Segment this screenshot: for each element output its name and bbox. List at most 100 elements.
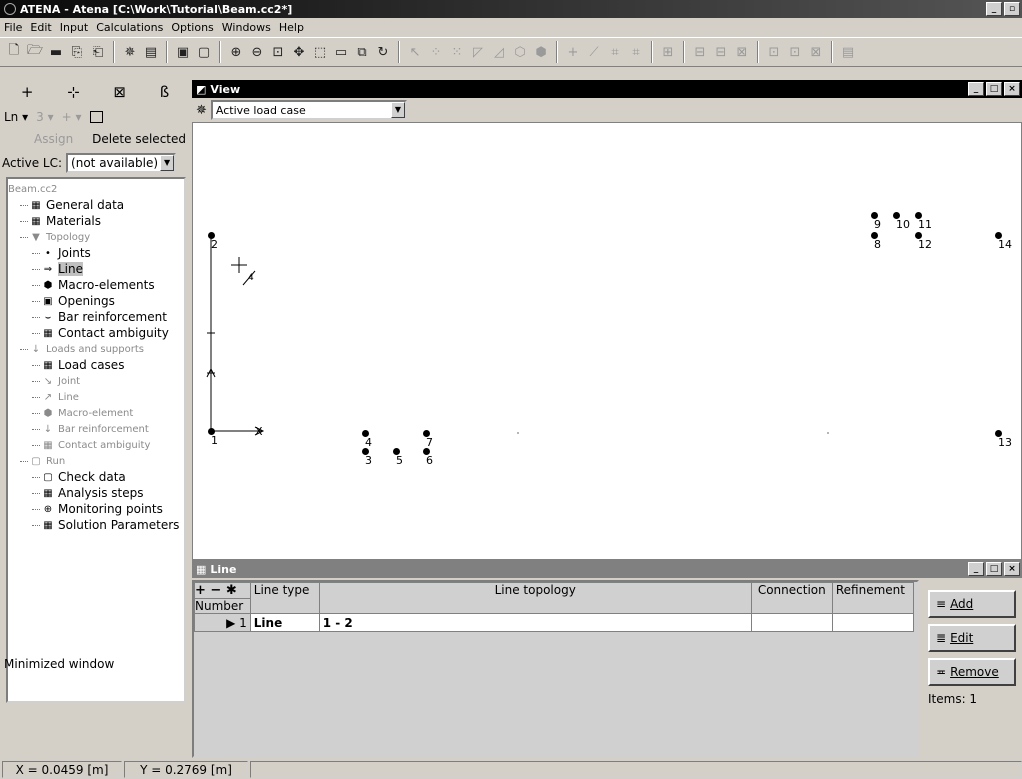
delete-selected-button[interactable]: Delete selected xyxy=(92,132,186,146)
edit-button[interactable]: ≣ Edit xyxy=(928,624,1016,652)
pan-icon[interactable]: ✥ xyxy=(289,42,309,62)
drawing-canvas[interactable]: X 4 1 2 3 4 5 6 7 8 9 10 11 12 13 14 xyxy=(192,122,1022,560)
tree-item[interactable]: ⊕ Monitoring points xyxy=(8,501,184,517)
col-line-topology[interactable]: Line topology xyxy=(318,582,752,614)
menu-input[interactable]: Input xyxy=(60,21,88,34)
row-connection[interactable] xyxy=(750,613,833,632)
grid2-icon[interactable]: ⌗ xyxy=(626,42,646,62)
tree-item[interactable]: ↘ Joint xyxy=(8,373,184,389)
tree-item[interactable]: ▦ Materials xyxy=(8,213,184,229)
tree-item[interactable]: ▼ Topology xyxy=(8,229,184,245)
add-remove-icons[interactable]: + − ✱ xyxy=(195,583,250,599)
print-icon[interactable]: ▤ xyxy=(141,42,161,62)
active-lc-select[interactable]: (not available) ▼ xyxy=(66,153,177,173)
add-joint-icon[interactable]: + xyxy=(563,42,583,62)
redraw-icon[interactable]: ↻ xyxy=(373,42,393,62)
tree-item[interactable]: ⬢ Macro-elements xyxy=(8,277,184,293)
tree-item[interactable]: ↓ Loads and supports xyxy=(8,341,184,357)
assign-button[interactable]: Assign xyxy=(4,132,73,146)
copy-icon[interactable]: ⎘ xyxy=(67,42,87,62)
number-dropdown[interactable]: 3 ▾ xyxy=(36,110,53,124)
select-icon[interactable]: ↖ xyxy=(405,42,425,62)
tool-c-icon[interactable]: ⊠ xyxy=(732,42,752,62)
add-line-icon[interactable]: ⟋ xyxy=(584,42,604,62)
zoom-fit-icon[interactable]: ▭ xyxy=(331,42,351,62)
col-connection[interactable]: Connection xyxy=(750,582,833,614)
row-refinement[interactable] xyxy=(831,613,915,632)
square-icon[interactable] xyxy=(89,111,103,123)
tree-item[interactable]: ⬢ Macro-element xyxy=(8,405,184,421)
save-icon[interactable]: ▬ xyxy=(46,42,66,62)
loadcase-icon[interactable]: ✵ xyxy=(196,103,207,118)
zoom-all-icon[interactable]: ⬚ xyxy=(310,42,330,62)
tree-item[interactable]: • Joints xyxy=(8,245,184,261)
zoom-in-icon[interactable]: ⊕ xyxy=(226,42,246,62)
load-case-select[interactable]: Active load case ▼ xyxy=(210,100,407,120)
tree-item[interactable]: ▢ Run xyxy=(8,453,184,469)
tree-item[interactable]: ↗ Line xyxy=(8,389,184,405)
tree-item[interactable]: ⌣ Bar reinforcement xyxy=(8,309,184,325)
tool-g-icon[interactable]: ▤ xyxy=(838,42,858,62)
view-minimize-button[interactable]: _ xyxy=(968,82,984,96)
window-icon[interactable]: ▢ xyxy=(194,42,214,62)
tree-item[interactable]: ⇒ Line xyxy=(8,261,184,277)
menu-edit[interactable]: Edit xyxy=(30,21,51,34)
tree-item[interactable]: ▦ Load cases xyxy=(8,357,184,373)
restore-button[interactable]: ▫ xyxy=(1004,2,1020,16)
row-topology[interactable]: 1 - 2 xyxy=(318,613,752,632)
menu-calculations[interactable]: Calculations xyxy=(96,21,163,34)
tree-item[interactable]: ▣ Openings xyxy=(8,293,184,309)
tool-e-icon[interactable]: ⊡ xyxy=(785,42,805,62)
grid-icon[interactable]: ⌗ xyxy=(605,42,625,62)
ln-dropdown[interactable]: Ln ▾ xyxy=(4,110,28,124)
tree-item[interactable]: ▦ General data xyxy=(8,197,184,213)
tool-f-icon[interactable]: ⊠ xyxy=(806,42,826,62)
open-folder-icon[interactable]: 🗁 xyxy=(25,42,45,62)
tool-a-icon[interactable]: ⊟ xyxy=(690,42,710,62)
add-icon[interactable]: + xyxy=(21,83,34,103)
paste-icon[interactable]: ⎗ xyxy=(88,42,108,62)
minimize-button[interactable]: _ xyxy=(986,2,1002,16)
line-maximize-button[interactable]: □ xyxy=(986,562,1002,576)
new-file-icon[interactable]: 🗋 xyxy=(4,42,24,62)
tree-item[interactable]: ▦ Contact ambiguity xyxy=(8,437,184,453)
table-row[interactable]: ▶ 1 Line 1 - 2 xyxy=(194,613,915,632)
zoom-prev-icon[interactable]: ⧉ xyxy=(352,42,372,62)
line-minimize-button[interactable]: _ xyxy=(968,562,984,576)
select-joints-icon[interactable]: ⁘ xyxy=(426,42,446,62)
tree-item[interactable]: Beam.cc2 xyxy=(8,181,184,197)
select-bar-icon[interactable]: ◿ xyxy=(489,42,509,62)
expand-icon[interactable]: ⊹ xyxy=(67,83,80,103)
tree-item[interactable]: ▦ Solution Parameters xyxy=(8,517,184,533)
zoom-out-icon[interactable]: ⊖ xyxy=(247,42,267,62)
mesh-icon[interactable]: ✵ xyxy=(120,42,140,62)
col-line-type[interactable]: Line type xyxy=(249,582,320,614)
menu-options[interactable]: Options xyxy=(171,21,213,34)
zoom-window-icon[interactable]: ⊡ xyxy=(268,42,288,62)
line-close-button[interactable]: × xyxy=(1004,562,1020,576)
select-macro-icon[interactable]: ⬡ xyxy=(510,42,530,62)
col-refinement[interactable]: Refinement xyxy=(831,582,915,614)
tree-item[interactable]: ▢ Check data xyxy=(8,469,184,485)
remove-button[interactable]: ≖ Remove xyxy=(928,658,1016,686)
tree-item[interactable]: ↓ Bar reinforcement xyxy=(8,421,184,437)
tree-item[interactable]: ▦ Contact ambiguity xyxy=(8,325,184,341)
frame-icon[interactable]: ▣ xyxy=(173,42,193,62)
menu-windows[interactable]: Windows xyxy=(222,21,271,34)
plus-dropdown[interactable]: + ▾ xyxy=(62,110,82,124)
tree-item[interactable]: ▦ Analysis steps xyxy=(8,485,184,501)
menu-file[interactable]: File xyxy=(4,21,22,34)
tool-d-icon[interactable]: ⊡ xyxy=(764,42,784,62)
align-icon[interactable]: ⊞ xyxy=(658,42,678,62)
view-maximize-button[interactable]: □ xyxy=(986,82,1002,96)
view-close-button[interactable]: × xyxy=(1004,82,1020,96)
select-arc-icon[interactable]: ◸ xyxy=(468,42,488,62)
tool-b-icon[interactable]: ⊟ xyxy=(711,42,731,62)
info-icon[interactable]: ß xyxy=(160,83,169,103)
select-lines-icon[interactable]: ⁙ xyxy=(447,42,467,62)
menu-help[interactable]: Help xyxy=(279,21,304,34)
select-opening-icon[interactable]: ⬢ xyxy=(531,42,551,62)
delete-icon[interactable]: ⊠ xyxy=(113,83,126,103)
add-button[interactable]: ≡ Add xyxy=(928,590,1016,618)
row-line-type[interactable]: Line xyxy=(249,613,320,632)
